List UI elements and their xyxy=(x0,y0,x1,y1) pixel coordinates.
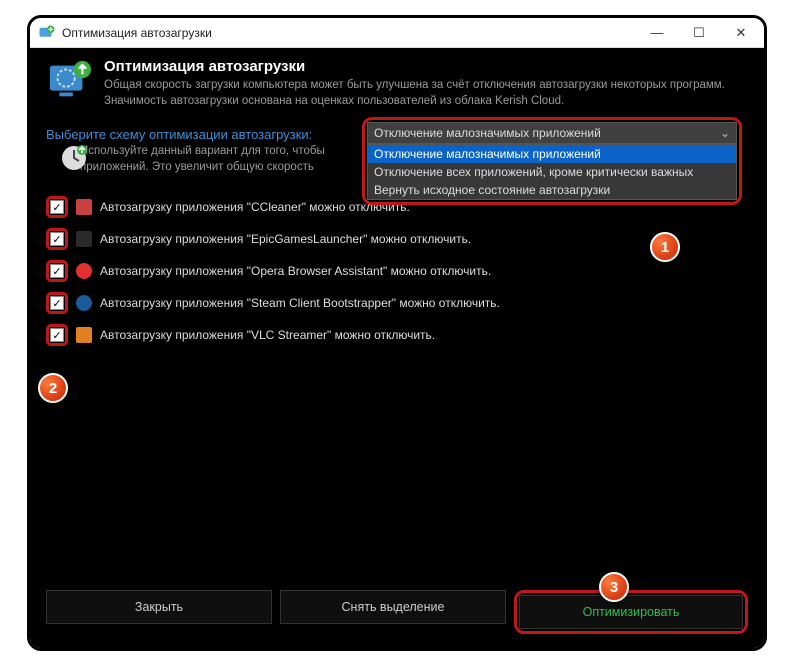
checkbox-highlight: ✓ xyxy=(46,324,68,346)
header-title: Оптимизация автозагрузки xyxy=(104,58,748,75)
app-icon xyxy=(38,24,56,42)
app-item-icon xyxy=(76,295,92,311)
optimize-button[interactable]: Оптимизировать xyxy=(519,595,743,629)
clock-icon xyxy=(60,144,88,172)
close-footer-button[interactable]: Закрыть xyxy=(46,590,272,624)
hint-row: Используйте данный вариант для того, что… xyxy=(30,140,764,185)
header-icon xyxy=(46,58,92,104)
checkbox[interactable]: ✓ xyxy=(50,328,64,342)
checkbox[interactable]: ✓ xyxy=(50,200,64,214)
checkbox[interactable]: ✓ xyxy=(50,264,64,278)
checkbox-highlight: ✓ xyxy=(46,228,68,250)
app-item-icon xyxy=(76,199,92,215)
checkbox-highlight: ✓ xyxy=(46,260,68,282)
close-button[interactable]: ✕ xyxy=(720,19,762,47)
checkbox[interactable]: ✓ xyxy=(50,296,64,310)
item-text: Автозагрузку приложения "EpicGamesLaunch… xyxy=(100,232,471,246)
app-item-icon xyxy=(76,327,92,343)
list-item: ✓ Автозагрузку приложения "EpicGamesLaun… xyxy=(46,223,748,255)
titlebar: Оптимизация автозагрузки — ☐ ✕ xyxy=(30,18,764,48)
list-item: ✓ Автозагрузку приложения "VLC Streamer"… xyxy=(46,319,748,351)
item-text: Автозагрузку приложения "VLC Streamer" м… xyxy=(100,328,435,342)
item-text: Автозагрузку приложения "Opera Browser A… xyxy=(100,264,491,278)
app-item-icon xyxy=(76,263,92,279)
app-item-icon xyxy=(76,231,92,247)
autostart-list: ✓ Автозагрузку приложения "CCleaner" мож… xyxy=(30,191,764,351)
callout-badge-3: 3 xyxy=(599,572,629,602)
window-title: Оптимизация автозагрузки xyxy=(62,26,636,40)
deselect-button[interactable]: Снять выделение xyxy=(280,590,506,624)
callout-badge-1: 1 xyxy=(650,232,680,262)
minimize-button[interactable]: — xyxy=(636,19,678,47)
checkbox-highlight: ✓ xyxy=(46,196,68,218)
scheme-row: Выберите схему оптимизации автозагрузки:… xyxy=(30,117,764,142)
header-description: Общая скорость загрузки компьютера может… xyxy=(104,78,748,109)
content-area: Оптимизация автозагрузки Общая скорость … xyxy=(30,48,764,648)
checkbox-highlight: ✓ xyxy=(46,292,68,314)
callout-badge-2: 2 xyxy=(38,373,68,403)
list-item: ✓ Автозагрузку приложения "Opera Browser… xyxy=(46,255,748,287)
hint-text: Используйте данный вариант для того, что… xyxy=(80,144,360,175)
item-text: Автозагрузку приложения "Steam Client Bo… xyxy=(100,296,500,310)
checkbox[interactable]: ✓ xyxy=(50,232,64,246)
optimize-highlight: Оптимизировать xyxy=(514,590,748,634)
application-window: Оптимизация автозагрузки — ☐ ✕ Оптимизац… xyxy=(27,15,767,651)
maximize-button[interactable]: ☐ xyxy=(678,19,720,47)
list-item: ✓ Автозагрузку приложения "Steam Client … xyxy=(46,287,748,319)
footer: Закрыть Снять выделение Оптимизировать xyxy=(30,580,764,648)
header: Оптимизация автозагрузки Общая скорость … xyxy=(30,48,764,117)
dropdown-value: Отключение малозначимых приложений xyxy=(374,126,601,140)
